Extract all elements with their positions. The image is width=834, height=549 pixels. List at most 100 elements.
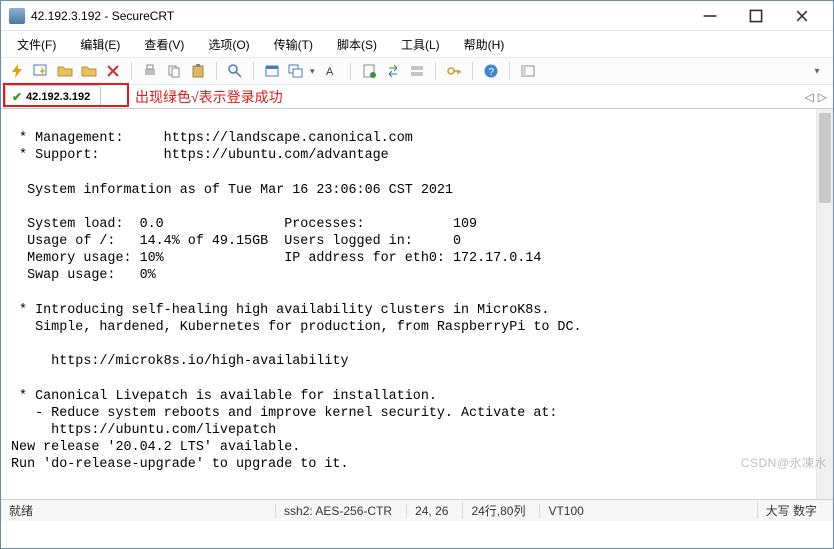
check-icon: ✔ bbox=[12, 90, 22, 104]
terminal-line: * Canonical Livepatch is available for i… bbox=[11, 389, 437, 404]
xfer-button[interactable] bbox=[383, 61, 403, 81]
window-lightning-icon bbox=[33, 63, 49, 79]
help-button[interactable]: ? bbox=[481, 61, 501, 81]
terminal-line: Usage of /: 14.4% of 49.15GB Users logge… bbox=[11, 234, 461, 249]
tab-nav: ◁ ▷ bbox=[805, 85, 833, 108]
toolbar-sep-2 bbox=[216, 62, 217, 80]
tab-next[interactable]: ▷ bbox=[818, 90, 827, 104]
terminal-line: Run 'do-release-upgrade' to upgrade to i… bbox=[11, 457, 349, 472]
search-icon bbox=[227, 63, 243, 79]
toggle-button[interactable] bbox=[518, 61, 538, 81]
toolbar-sep-5 bbox=[435, 62, 436, 80]
lightning-icon bbox=[9, 63, 25, 79]
terminal[interactable]: * Management: https://landscape.canonica… bbox=[1, 109, 833, 499]
terminal-line: - Reduce system reboots and improve kern… bbox=[11, 406, 557, 421]
status-cursor-pos: 24, 26 bbox=[406, 504, 456, 518]
terminal-line: New release '20.04.2 LTS' available. bbox=[11, 440, 300, 455]
text-icon: A bbox=[324, 63, 340, 79]
server-icon bbox=[409, 63, 425, 79]
menubar: 文件(F) 编辑(E) 查看(V) 选项(O) 传输(T) 脚本(S) 工具(L… bbox=[1, 31, 833, 57]
session-opts-button[interactable] bbox=[262, 61, 282, 81]
terminal-line: * Management: https://landscape.canonica… bbox=[11, 131, 413, 146]
menu-help[interactable]: 帮助(H) bbox=[458, 34, 511, 55]
help-icon: ? bbox=[483, 63, 499, 79]
disconnect-button[interactable] bbox=[79, 61, 99, 81]
menu-options[interactable]: 选项(O) bbox=[202, 34, 255, 55]
x-icon bbox=[105, 63, 121, 79]
terminal-line: System information as of Tue Mar 16 23:0… bbox=[11, 183, 453, 198]
arrows-icon bbox=[385, 63, 401, 79]
terminal-line: * Introducing self-healing high availabi… bbox=[11, 303, 549, 318]
toolbar-sep-6 bbox=[472, 62, 473, 80]
paste-icon bbox=[190, 63, 206, 79]
page-icon bbox=[361, 63, 377, 79]
terminal-line: * Support: https://ubuntu.com/advantage bbox=[11, 148, 389, 163]
status-caps: 大写 数字 bbox=[757, 502, 825, 519]
paste-button[interactable] bbox=[188, 61, 208, 81]
menu-edit[interactable]: 编辑(E) bbox=[74, 34, 126, 55]
terminal-line: https://ubuntu.com/livepatch bbox=[11, 423, 276, 438]
session-tab[interactable]: ✔ 42.192.3.192 bbox=[5, 85, 101, 108]
connect-button[interactable] bbox=[7, 61, 27, 81]
terminal-line: Simple, hardened, Kubernetes for product… bbox=[11, 320, 582, 335]
menu-file[interactable]: 文件(F) bbox=[11, 34, 62, 55]
maximize-button[interactable] bbox=[733, 1, 779, 31]
app-icon bbox=[9, 8, 25, 24]
panel-icon bbox=[520, 63, 536, 79]
window-title: 42.192.3.192 - SecureCRT bbox=[31, 9, 174, 23]
printer-icon bbox=[142, 63, 158, 79]
key-icon bbox=[446, 63, 462, 79]
minimize-icon bbox=[702, 8, 718, 24]
tabbar: ✔ 42.192.3.192 出现绿色√表示登录成功 ◁ ▷ bbox=[1, 85, 833, 109]
folder-icon bbox=[81, 63, 97, 79]
window-icon bbox=[264, 63, 280, 79]
toolbar-overflow[interactable]: ▾ bbox=[807, 61, 827, 81]
server-button[interactable] bbox=[407, 61, 427, 81]
toolbar-sep-7 bbox=[509, 62, 510, 80]
maximize-icon bbox=[748, 8, 764, 24]
session-opts2-button[interactable] bbox=[286, 61, 306, 81]
copy-icon bbox=[166, 63, 182, 79]
terminal-line: Swap usage: 0% bbox=[11, 268, 156, 283]
folder-lightning-icon bbox=[57, 63, 73, 79]
print-button[interactable] bbox=[140, 61, 160, 81]
text-button[interactable]: A bbox=[322, 61, 342, 81]
toolbar-sep-1 bbox=[131, 62, 132, 80]
dropdown-icon[interactable]: ▾ bbox=[310, 66, 318, 77]
toolbar: ▾ A ? ▾ bbox=[1, 57, 833, 85]
stop-button[interactable] bbox=[103, 61, 123, 81]
windows-icon bbox=[288, 63, 304, 79]
status-protocol: ssh2: AES-256-CTR bbox=[275, 504, 400, 518]
close-icon bbox=[794, 8, 810, 24]
menu-script[interactable]: 脚本(S) bbox=[331, 34, 383, 55]
menu-transfer[interactable]: 传输(T) bbox=[268, 34, 319, 55]
toolbar-sep-3 bbox=[253, 62, 254, 80]
terminal-line: https://microk8s.io/high-availability bbox=[11, 354, 349, 369]
svg-text:?: ? bbox=[489, 67, 495, 78]
status-ready: 就绪 bbox=[9, 502, 33, 519]
reconnect-button[interactable] bbox=[55, 61, 75, 81]
minimize-button[interactable] bbox=[687, 1, 733, 31]
status-dimensions: 24行,80列 bbox=[462, 502, 533, 519]
statusbar: 就绪 ssh2: AES-256-CTR 24, 26 24行,80列 VT10… bbox=[1, 499, 833, 521]
copy-button[interactable] bbox=[164, 61, 184, 81]
find-button[interactable] bbox=[225, 61, 245, 81]
close-button[interactable] bbox=[779, 1, 825, 31]
log-button[interactable] bbox=[359, 61, 379, 81]
terminal-scrollbar[interactable] bbox=[816, 109, 833, 499]
annotation-text: 出现绿色√表示登录成功 bbox=[135, 87, 283, 107]
menu-view[interactable]: 查看(V) bbox=[138, 34, 190, 55]
menu-tools[interactable]: 工具(L) bbox=[395, 34, 446, 55]
session-tab-label: 42.192.3.192 bbox=[26, 91, 90, 103]
key-button[interactable] bbox=[444, 61, 464, 81]
titlebar: 42.192.3.192 - SecureCRT bbox=[1, 1, 833, 31]
scrollbar-thumb[interactable] bbox=[819, 113, 831, 203]
toolbar-sep-4 bbox=[350, 62, 351, 80]
status-emulation: VT100 bbox=[539, 504, 591, 518]
svg-text:A: A bbox=[326, 66, 334, 78]
tab-prev[interactable]: ◁ bbox=[805, 90, 814, 104]
terminal-line: System load: 0.0 Processes: 109 bbox=[11, 217, 477, 232]
quick-connect-button[interactable] bbox=[31, 61, 51, 81]
watermark: CSDN@氷凍水 bbox=[741, 456, 827, 471]
terminal-line: Memory usage: 10% IP address for eth0: 1… bbox=[11, 251, 541, 266]
